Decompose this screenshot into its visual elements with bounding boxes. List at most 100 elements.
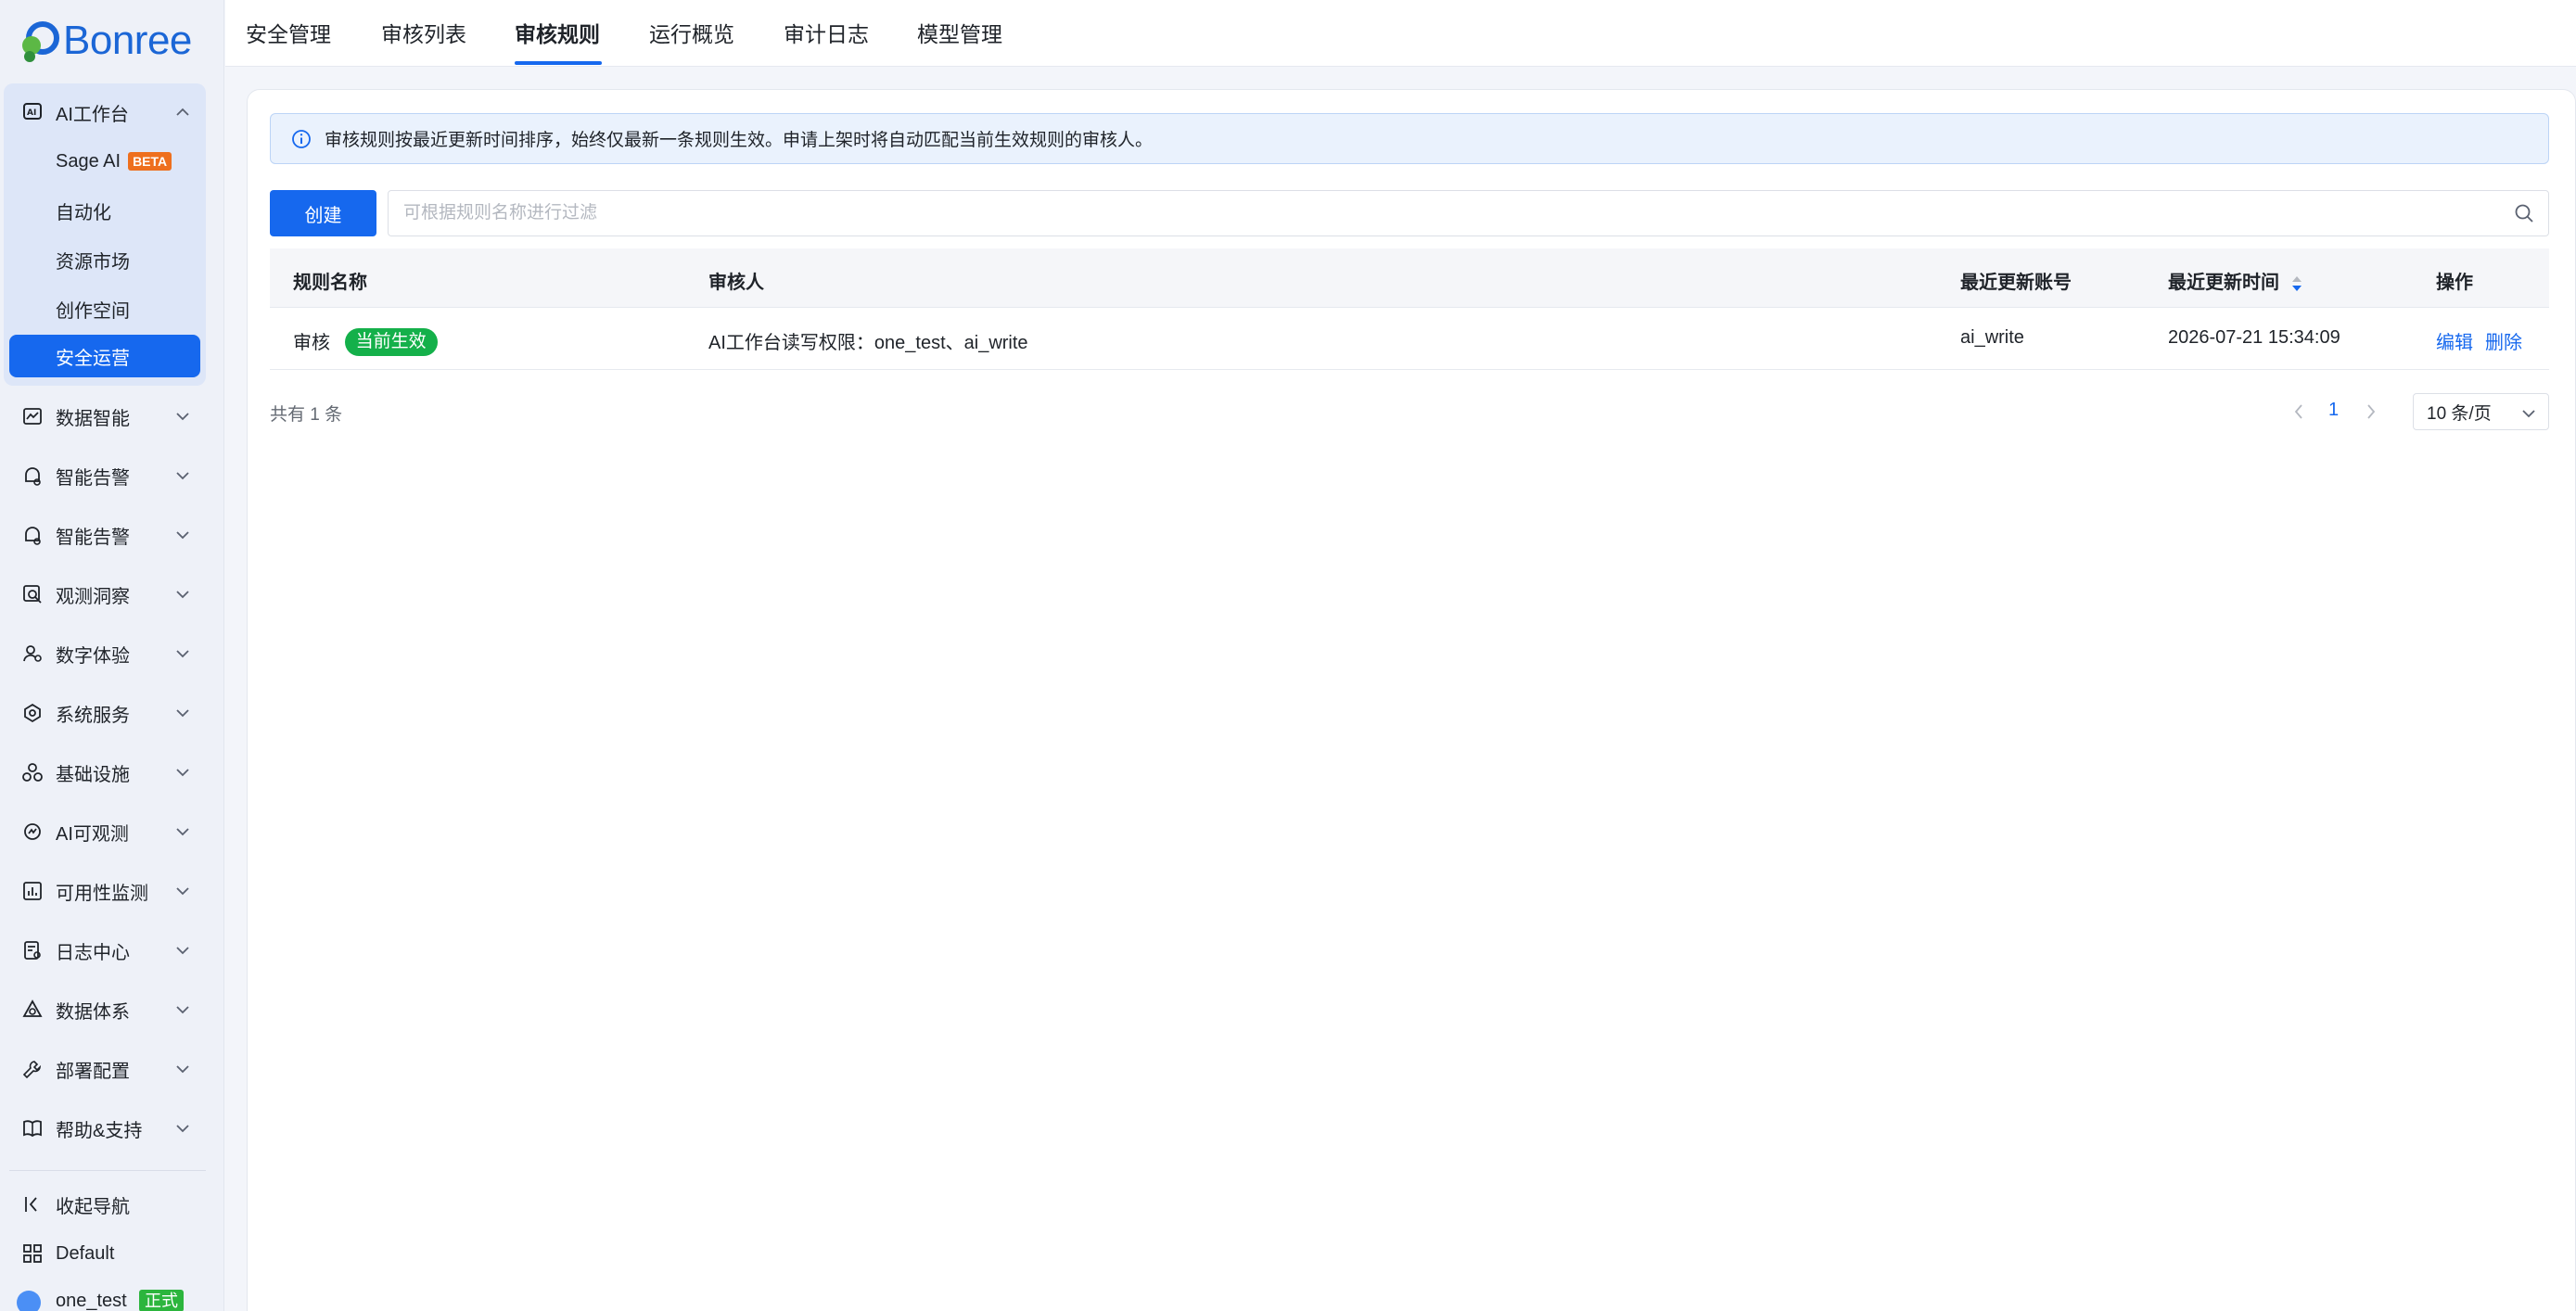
nav-deploy-config[interactable]: 部署配置: [4, 1048, 206, 1090]
bonree-logo[interactable]: Bonree: [19, 17, 192, 65]
chevron-down-icon: [176, 709, 189, 718]
avatar[interactable]: [17, 1291, 41, 1311]
sub-item-creation-space[interactable]: 创作空间: [9, 287, 200, 330]
total-count: 共有 1 条: [270, 405, 343, 425]
data-system-icon: [20, 998, 45, 1022]
tab-review-rules[interactable]: 审核规则: [515, 20, 600, 48]
status-badge: 当前生效: [344, 327, 438, 356]
notice-text: 审核规则按最近更新时间排序，始终仅最新一条规则生效。申请上架时将自动匹配当前生效…: [325, 131, 1154, 150]
sub-item-label: 自动化: [56, 202, 111, 223]
nav-observe-insight[interactable]: 观测洞察: [4, 573, 206, 616]
chevron-down-icon: [176, 531, 189, 540]
info-notice: 审核规则按最近更新时间排序，始终仅最新一条规则生效。申请上架时将自动匹配当前生效…: [270, 113, 2549, 164]
infrastructure-icon: [20, 760, 45, 784]
chevron-down-icon: [176, 413, 189, 421]
nav-label: 智能告警: [56, 467, 130, 489]
log-document-icon: [20, 938, 45, 962]
column-rule-name: 规则名称: [293, 273, 367, 293]
column-updated-at-label: 最近更新时间: [2168, 273, 2279, 293]
sub-item-automation[interactable]: 自动化: [9, 189, 200, 232]
nav-availability-monitor[interactable]: 可用性监测: [4, 870, 206, 912]
beta-badge: BETA: [128, 152, 172, 171]
chevron-down-icon: [176, 887, 189, 896]
nav-label: 智能告警: [56, 527, 130, 548]
tab-security-management[interactable]: 安全管理: [246, 20, 331, 48]
nav-label: Default: [56, 1242, 115, 1264]
nav-label: 系统服务: [56, 705, 130, 726]
chevron-left-icon[interactable]: [2290, 401, 2307, 423]
top-tab-bar: 安全管理 审核列表 审核规则 运行概览 审计日志 模型管理: [225, 0, 2576, 67]
system-service-icon: [20, 701, 45, 725]
nav-label: 基础设施: [56, 764, 130, 785]
chevron-down-icon: [176, 828, 189, 836]
nav-label: AI工作台: [56, 104, 129, 125]
rule-name-cell: 审核 当前生效: [293, 327, 438, 358]
bonree-logo-icon: [22, 21, 59, 62]
workspace-switcher[interactable]: Default: [4, 1232, 206, 1275]
sidebar-divider: [9, 1170, 206, 1171]
sub-item-label: 创作空间: [56, 300, 130, 322]
nav-data-intelligence[interactable]: 数据智能: [4, 395, 206, 438]
page-size-select[interactable]: 10 条/页: [2413, 393, 2549, 430]
nav-smart-alert-2[interactable]: 智能告警: [4, 514, 206, 556]
sub-item-label: 资源市场: [56, 251, 130, 273]
sort-icon[interactable]: [2290, 274, 2303, 293]
nav-label: 收起导航: [56, 1196, 130, 1217]
nav-data-system[interactable]: 数据体系: [4, 988, 206, 1031]
user-experience-icon: [20, 642, 45, 666]
nav-label: 日志中心: [56, 942, 130, 963]
nav-log-center[interactable]: 日志中心: [4, 929, 206, 972]
chevron-down-icon: [176, 769, 189, 777]
alarm-bell-icon: [20, 523, 45, 547]
collapse-nav-button[interactable]: 收起导航: [4, 1183, 206, 1226]
search-input[interactable]: [389, 191, 2548, 235]
nav-label: 可用性监测: [56, 883, 148, 904]
nav-digital-experience[interactable]: 数字体验: [4, 632, 206, 675]
sub-item-security-ops[interactable]: 安全运营: [9, 335, 200, 377]
delete-link[interactable]: 删除: [2485, 327, 2522, 354]
page-size-value: 10 条/页: [2427, 403, 2492, 424]
column-updated-at[interactable]: 最近更新时间: [2168, 267, 2303, 294]
nav-system-service[interactable]: 系统服务: [4, 692, 206, 734]
sub-item-label: 安全运营: [56, 348, 130, 369]
logo-text: Bonree: [63, 18, 192, 63]
nav-ai-observability[interactable]: AI可观测: [4, 810, 206, 853]
chevron-right-icon[interactable]: [2363, 401, 2379, 423]
nav-label: 观测洞察: [56, 586, 130, 607]
chevron-up-icon: [176, 108, 189, 116]
nav-ai-workbench[interactable]: AI AI工作台: [4, 91, 206, 134]
search-insight-icon: [20, 582, 45, 606]
nav-infrastructure[interactable]: 基础设施: [4, 751, 206, 794]
wrench-icon: [20, 1057, 45, 1081]
column-reviewer: 审核人: [708, 273, 764, 293]
chevron-down-icon: [2522, 410, 2535, 418]
tab-audit-log[interactable]: 审计日志: [784, 20, 869, 48]
chevron-down-icon: [176, 650, 189, 658]
page-number[interactable]: 1: [2328, 400, 2339, 421]
nav-help-support[interactable]: 帮助&支持: [4, 1107, 206, 1150]
create-button[interactable]: 创建: [270, 190, 376, 236]
search-box: [388, 190, 2549, 236]
nav-label: AI可观测: [56, 823, 129, 845]
ai-workbench-icon: AI: [20, 100, 45, 124]
tab-review-list[interactable]: 审核列表: [381, 20, 466, 48]
chevron-down-icon: [176, 591, 189, 599]
sidebar: Bonree AI AI工作台 Sage AI BETA 自动化 资源市场 创作…: [0, 0, 224, 1311]
column-actions: 操作: [2436, 273, 2473, 293]
chevron-down-icon: [176, 947, 189, 955]
chevron-down-icon: [176, 472, 189, 480]
user-name: one_test: [56, 1290, 127, 1311]
chevron-down-icon: [176, 1125, 189, 1133]
sub-item-resource-market[interactable]: 资源市场: [9, 238, 200, 281]
nav-smart-alert[interactable]: 智能告警: [4, 454, 206, 497]
search-icon[interactable]: [2513, 202, 2535, 224]
tab-run-overview[interactable]: 运行概览: [649, 20, 734, 48]
user-env-tag: 正式: [139, 1290, 184, 1311]
info-icon: [292, 129, 311, 148]
chevron-down-icon: [176, 1065, 189, 1074]
tab-model-management[interactable]: 模型管理: [917, 20, 1002, 48]
reviewer-cell: AI工作台读写权限：one_test、ai_write: [708, 333, 1028, 353]
sub-item-sage-ai[interactable]: Sage AI BETA: [9, 140, 200, 183]
nav-label: 帮助&支持: [56, 1120, 143, 1141]
edit-link[interactable]: 编辑: [2436, 327, 2473, 354]
